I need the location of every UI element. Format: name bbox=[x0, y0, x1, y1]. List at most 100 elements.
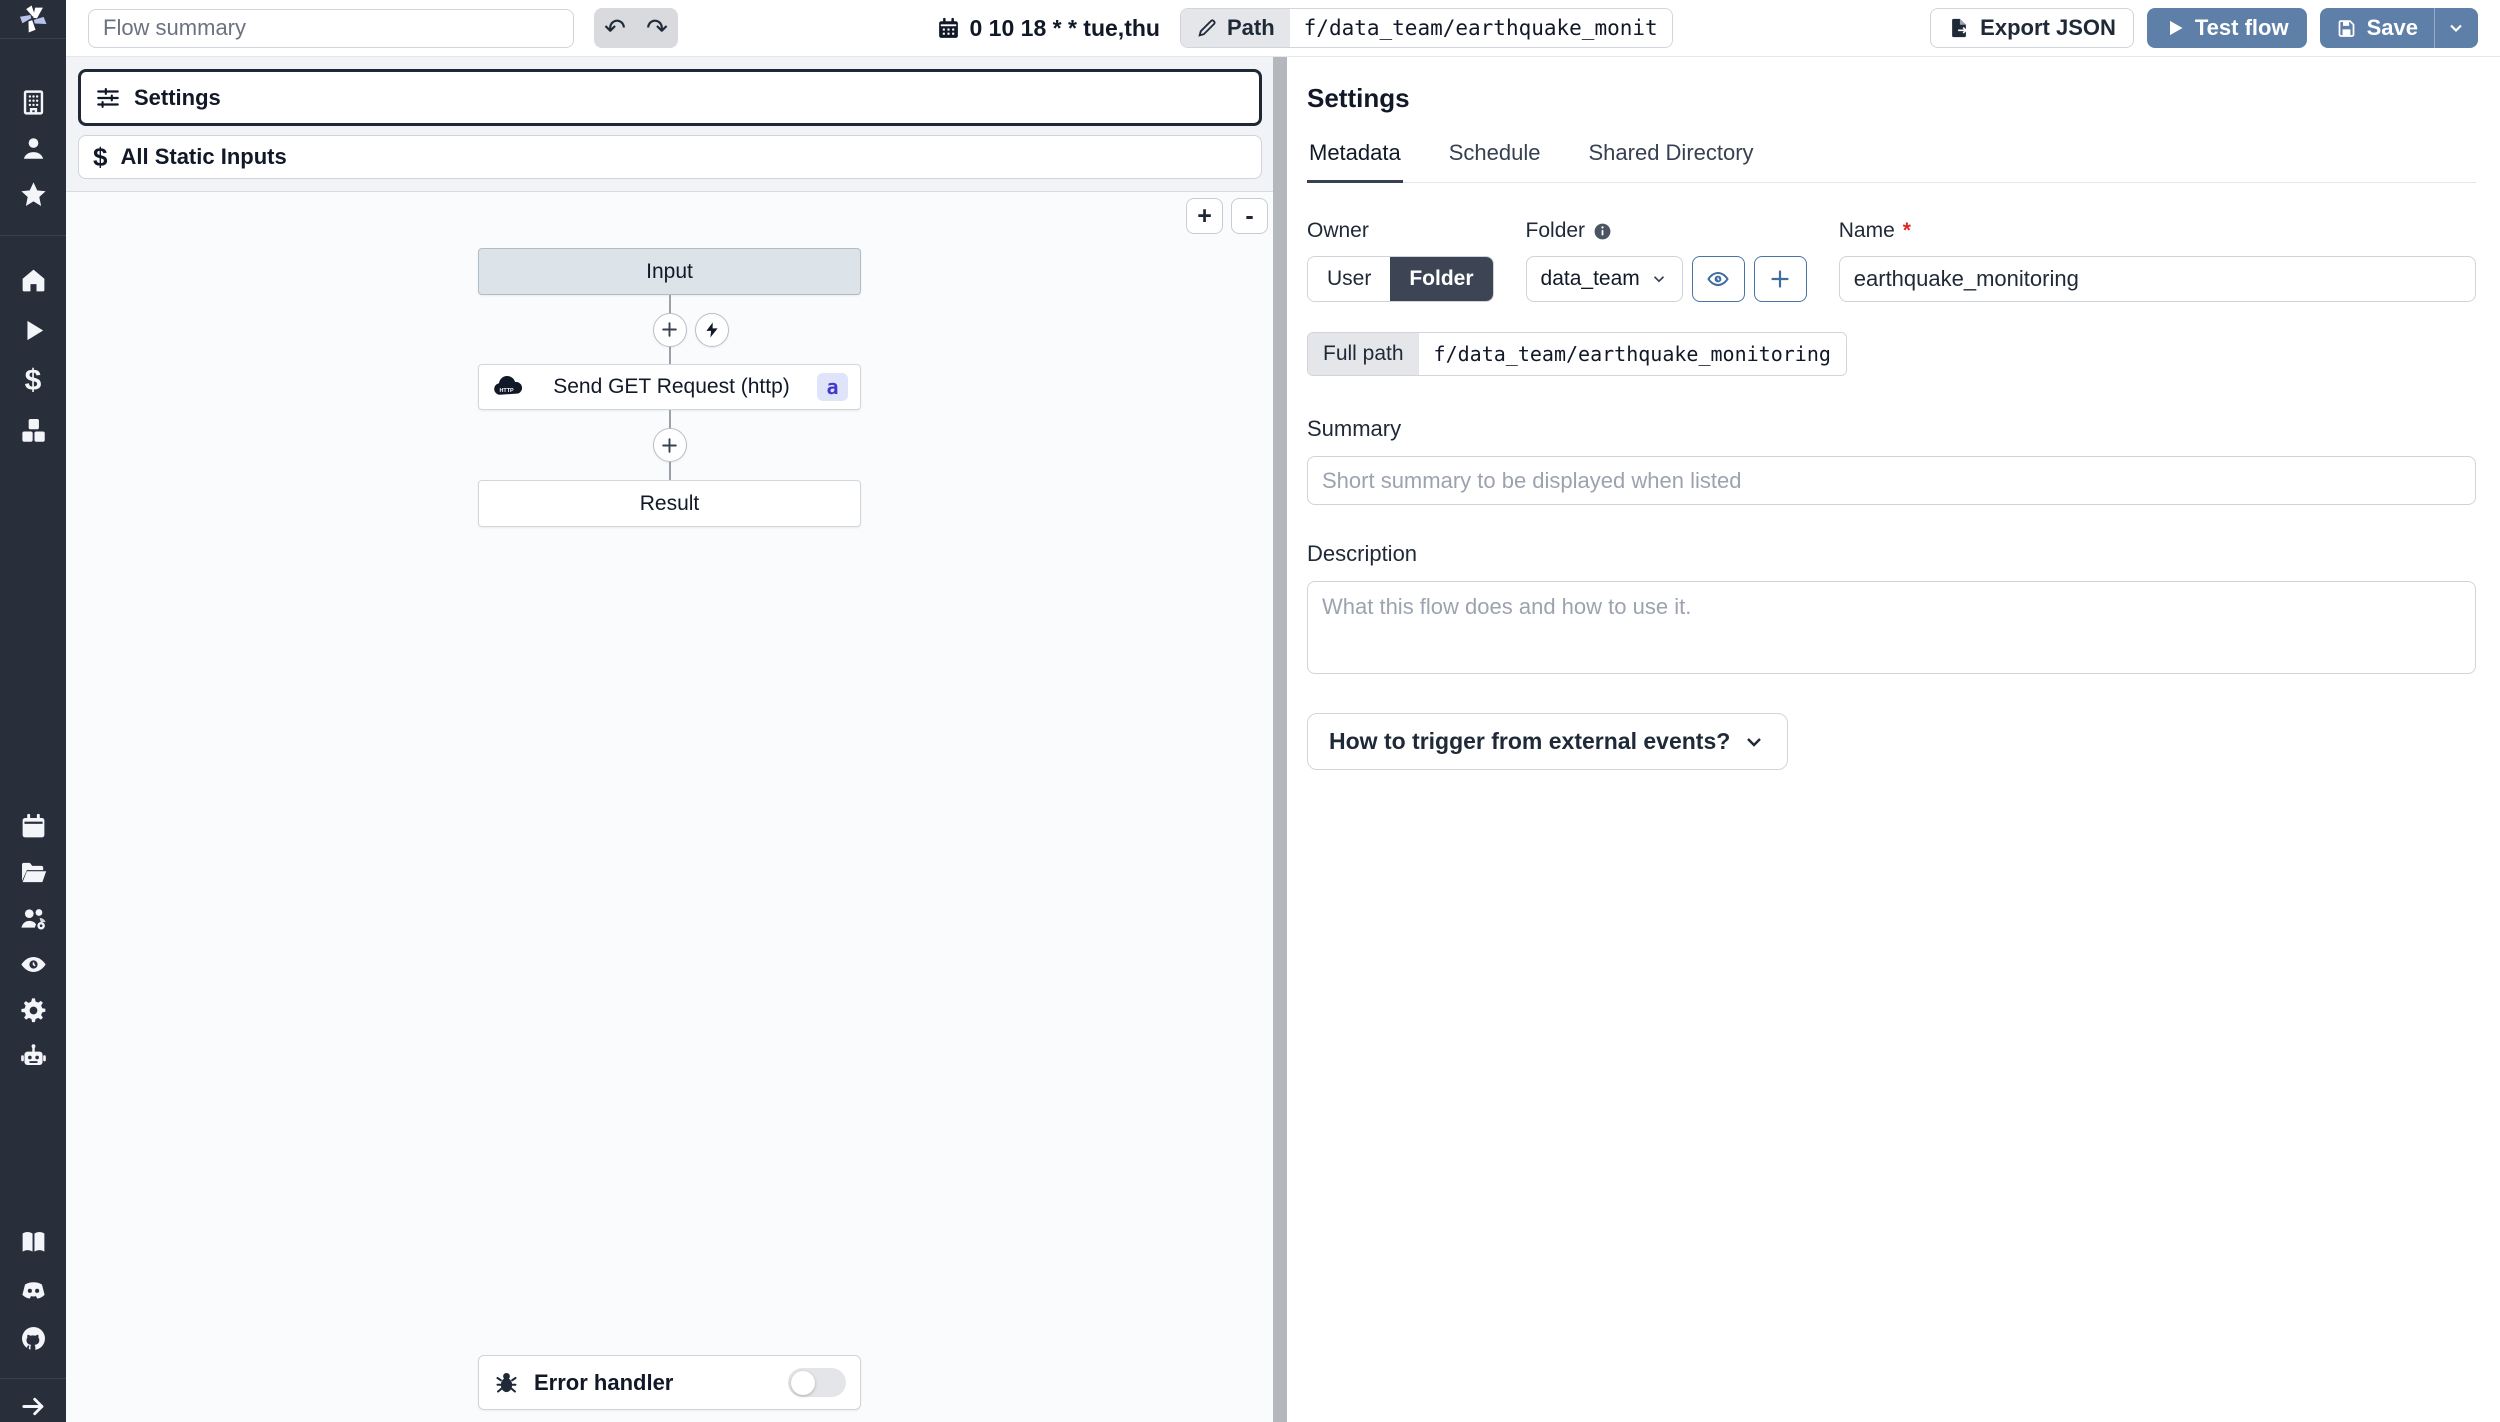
chevron-down-icon bbox=[2450, 24, 2463, 33]
export-json-button[interactable]: Export JSON bbox=[1930, 8, 2134, 48]
sidebar-item-folders[interactable] bbox=[0, 850, 66, 896]
all-static-inputs-item[interactable]: $ All Static Inputs bbox=[78, 135, 1262, 179]
flow-canvas[interactable]: + - Input HTTP Send GET Request (http) a… bbox=[66, 191, 1273, 1422]
redo-button[interactable]: ↷ bbox=[636, 8, 678, 48]
save-split-button: Save bbox=[2319, 8, 2478, 48]
sidebar-item-home[interactable] bbox=[0, 258, 66, 304]
create-folder-button[interactable] bbox=[1753, 256, 1807, 302]
sidebar-item-audit-logs[interactable] bbox=[0, 942, 66, 988]
name-label-row: Name * bbox=[1839, 219, 2476, 243]
all-static-inputs-label: All Static Inputs bbox=[120, 144, 287, 169]
zoom-in-button[interactable]: + bbox=[1186, 198, 1223, 234]
play-icon bbox=[26, 321, 43, 341]
tab-metadata[interactable]: Metadata bbox=[1307, 140, 1403, 183]
connector-1 bbox=[478, 295, 861, 364]
export-json-label: Export JSON bbox=[1980, 15, 2116, 40]
name-input[interactable] bbox=[1838, 256, 2476, 302]
undo-redo-group: ↶ ↷ bbox=[594, 8, 678, 48]
arrow-right-icon bbox=[21, 1397, 43, 1416]
view-folder-button[interactable] bbox=[1691, 256, 1745, 302]
connector-2 bbox=[478, 410, 861, 480]
add-step-button[interactable] bbox=[652, 312, 687, 347]
folder-select[interactable]: data_team bbox=[1525, 256, 1683, 302]
path-value[interactable]: f/data_team/earthquake_monit bbox=[1289, 9, 1672, 47]
summary-label: Summary bbox=[1307, 416, 1402, 441]
sidebar-item-user[interactable] bbox=[0, 125, 66, 171]
book-icon bbox=[22, 1232, 44, 1252]
path-label-section: Path bbox=[1180, 9, 1290, 47]
owner-field: Owner User Folder bbox=[1307, 219, 1494, 302]
owner-label: Owner bbox=[1307, 219, 1369, 242]
home-icon bbox=[22, 270, 44, 292]
save-label: Save bbox=[2366, 15, 2418, 40]
path-label: Path bbox=[1226, 15, 1275, 40]
owner-toggle: User Folder bbox=[1307, 256, 1494, 302]
robot-icon bbox=[20, 1044, 46, 1066]
description-label: Description bbox=[1307, 541, 1418, 566]
save-icon bbox=[2338, 19, 2354, 37]
dollar-icon: $ bbox=[24, 363, 42, 397]
file-export-icon bbox=[1952, 18, 1968, 38]
sidebar-item-assistant[interactable] bbox=[0, 1034, 66, 1080]
sidebar-item-workspace[interactable] bbox=[0, 79, 66, 125]
sidebar-item-schedules[interactable] bbox=[0, 804, 66, 850]
chevron-down-icon bbox=[1747, 737, 1762, 747]
eye-icon bbox=[20, 957, 46, 973]
error-handler-toggle[interactable] bbox=[788, 1368, 846, 1397]
step-node-http[interactable]: HTTP Send GET Request (http) a bbox=[478, 364, 861, 410]
folder-controls: data_team bbox=[1525, 256, 1807, 302]
zoom-out-button[interactable]: - bbox=[1231, 198, 1268, 234]
plus-icon bbox=[662, 437, 677, 453]
save-dropdown-button[interactable] bbox=[2433, 8, 2478, 48]
input-node[interactable]: Input bbox=[478, 248, 861, 295]
tab-shared-directory[interactable]: Shared Directory bbox=[1586, 140, 1755, 182]
dollar-icon: $ bbox=[93, 141, 108, 172]
calendar-icon bbox=[22, 814, 44, 838]
flow-settings-item[interactable]: Settings bbox=[78, 69, 1262, 126]
sidebar-item-github[interactable] bbox=[0, 1316, 66, 1362]
panel-splitter[interactable] bbox=[1273, 57, 1287, 1422]
sidebar-item-discord[interactable] bbox=[0, 1268, 66, 1314]
sidebar-item-workers[interactable] bbox=[0, 988, 66, 1034]
path-badge[interactable]: Path f/data_team/earthquake_monit bbox=[1179, 8, 1673, 48]
sidebar-expand-button[interactable] bbox=[0, 1391, 66, 1422]
schedule-summary[interactable]: 0 10 18 * * tue,thu bbox=[936, 15, 1160, 42]
add-step-button[interactable] bbox=[652, 428, 687, 462]
plus-icon bbox=[1771, 270, 1789, 288]
add-trigger-button[interactable] bbox=[694, 312, 729, 347]
trigger-help-button[interactable]: How to trigger from external events? bbox=[1307, 713, 1789, 770]
building-icon bbox=[23, 90, 43, 115]
settings-panel-title: Settings bbox=[1307, 83, 1410, 113]
description-textarea[interactable] bbox=[1307, 581, 2476, 674]
step-node-label: Send GET Request (http) bbox=[553, 375, 790, 398]
summary-input[interactable] bbox=[1307, 456, 2476, 505]
topbar: ↶ ↷ 0 10 18 * * tue,thu Pat bbox=[66, 0, 2500, 57]
sidebar: $ bbox=[0, 0, 66, 1422]
settings-tabs: Metadata Schedule Shared Directory bbox=[1307, 140, 2476, 183]
windmill-logo[interactable] bbox=[0, 0, 66, 40]
flow-graph: Input HTTP Send GET Request (http) a Res… bbox=[478, 248, 861, 527]
save-button[interactable]: Save bbox=[2320, 8, 2434, 48]
test-flow-button[interactable]: Test flow bbox=[2146, 8, 2307, 48]
sidebar-item-resources[interactable] bbox=[0, 408, 66, 454]
owner-user-option[interactable]: User bbox=[1308, 257, 1391, 301]
user-icon bbox=[23, 137, 43, 159]
owner-folder-option[interactable]: Folder bbox=[1390, 257, 1493, 301]
undo-button[interactable]: ↶ bbox=[594, 8, 636, 48]
error-handler-label: Error handler bbox=[534, 1369, 674, 1395]
sidebar-item-groups[interactable] bbox=[0, 896, 66, 942]
error-handler-item[interactable]: Error handler bbox=[478, 1355, 861, 1410]
trigger-help-label: How to trigger from external events? bbox=[1329, 728, 1731, 754]
folder-select-value: data_team bbox=[1540, 267, 1640, 290]
metadata-form-row: Owner User Folder Folder data_team Name … bbox=[1307, 219, 2476, 302]
flow-summary-input[interactable] bbox=[88, 8, 574, 48]
result-node[interactable]: Result bbox=[478, 480, 861, 527]
full-path-label: Full path bbox=[1308, 333, 1419, 375]
sidebar-item-runs[interactable] bbox=[0, 308, 66, 354]
sidebar-item-favorites[interactable] bbox=[0, 171, 66, 217]
tab-schedule[interactable]: Schedule bbox=[1447, 140, 1543, 182]
sidebar-item-docs[interactable] bbox=[0, 1220, 66, 1266]
calendar-icon bbox=[938, 17, 958, 38]
gear-icon bbox=[20, 998, 45, 1023]
sidebar-item-variables[interactable]: $ bbox=[0, 358, 66, 404]
